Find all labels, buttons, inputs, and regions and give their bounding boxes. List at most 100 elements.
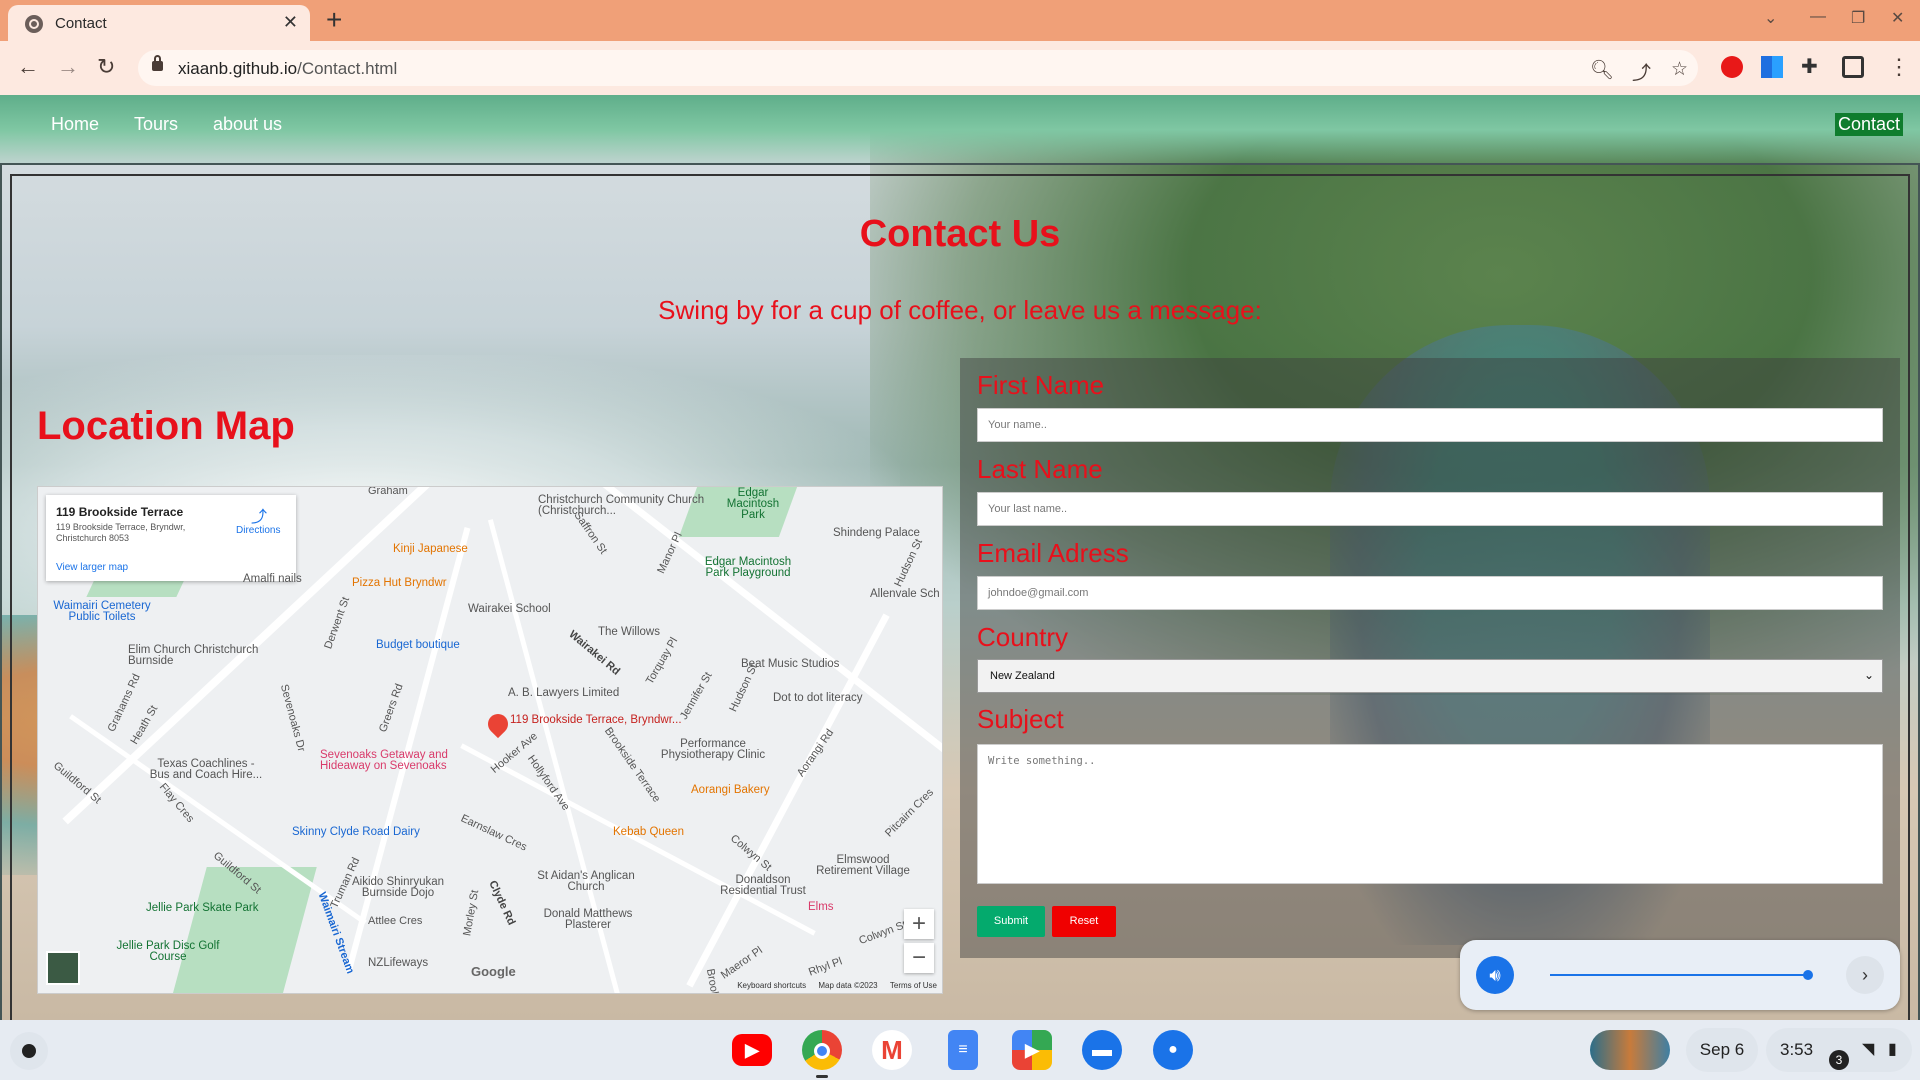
play-store-app-icon[interactable]: ▶: [1012, 1030, 1052, 1070]
reset-button[interactable]: Reset: [1052, 906, 1116, 937]
email-input[interactable]: johndoe@gmail.com: [977, 576, 1883, 610]
zoom-out-button[interactable]: −: [904, 943, 934, 973]
first-name-input[interactable]: Your name..: [977, 408, 1883, 442]
zoom-icon[interactable]: 🔍︎: [1590, 58, 1614, 82]
nav-about-link[interactable]: about us: [213, 114, 282, 135]
map-place-label: Performance Physiotherapy Clinic: [660, 738, 766, 761]
zoom-in-button[interactable]: +: [904, 909, 934, 939]
map-place-label: The Willows: [598, 626, 660, 638]
directions-icon[interactable]: ⤴: [251, 503, 267, 527]
map-place-label: Shindeng Palace: [833, 527, 920, 539]
street-label: Brookside Terrace: [601, 725, 663, 805]
street-label: Clyde Rd: [486, 878, 518, 928]
street-label: Earnslaw Cres: [458, 812, 529, 854]
map-place-label: Amalfi nails: [243, 573, 302, 585]
web-page: Home Tours about us Contact Contact Us S…: [0, 95, 1920, 1020]
nav-contact-link[interactable]: Contact: [1834, 113, 1903, 136]
street-label: Graham: [368, 486, 408, 497]
new-tab-button[interactable]: +: [326, 4, 342, 36]
extension-icon[interactable]: [1761, 56, 1783, 78]
globe-icon: [25, 15, 43, 33]
wifi-icon: ◥: [1862, 1041, 1875, 1058]
street-label: Colwyn St: [857, 918, 909, 948]
street-label: Attlee Cres: [368, 915, 423, 927]
puzzle-icon[interactable]: ✚: [1801, 56, 1823, 78]
chevron-down-icon: ⌄: [1863, 668, 1874, 682]
map-place-label: Dot to dot literacy: [773, 692, 863, 704]
map-place-label: Kebab Queen: [613, 826, 684, 838]
volume-slider[interactable]: [1550, 974, 1809, 976]
reload-icon[interactable]: ↻: [97, 55, 115, 79]
view-larger-map-link[interactable]: View larger map: [56, 562, 128, 573]
gmail-app-icon[interactable]: M: [872, 1030, 912, 1070]
share-icon[interactable]: ⤴: [1632, 58, 1651, 85]
directions-link[interactable]: Directions: [236, 525, 280, 536]
chevron-right-icon[interactable]: ›: [1846, 956, 1884, 994]
files-app-icon[interactable]: ▬: [1082, 1030, 1122, 1070]
map-place-label: Skinny Clyde Road Dairy: [292, 826, 420, 838]
forward-icon[interactable]: →: [57, 55, 79, 79]
google-map[interactable]: 119 Brookside Terrace 119 Brookside Terr…: [37, 486, 943, 994]
map-footer: Keyboard shortcuts Map data ©2023 Terms …: [727, 981, 937, 990]
street-label: Sevenoaks Dr: [277, 683, 308, 753]
page-subtitle: Swing by for a cup of coffee, or leave u…: [658, 295, 1262, 325]
country-label: Country: [977, 622, 1069, 652]
street-label: Maeror Pl: [718, 944, 765, 982]
opera-extension-icon[interactable]: [1721, 56, 1743, 78]
keyboard-shortcuts-link[interactable]: Keyboard shortcuts: [737, 981, 806, 990]
chrome-app-icon[interactable]: [802, 1030, 842, 1070]
tab-title: Contact: [55, 15, 107, 32]
docs-app-icon[interactable]: ≡: [948, 1030, 978, 1070]
restore-icon[interactable]: ❐: [1851, 8, 1865, 28]
map-place-label: Kinji Japanese: [393, 543, 468, 555]
map-place-label: Christchurch Community Church (Christchu…: [538, 494, 705, 517]
nav-tours-link[interactable]: Tours: [134, 114, 178, 135]
url-text: xiaanb.github.io/Contact.html: [178, 59, 398, 78]
launcher-button[interactable]: [10, 1032, 48, 1070]
tab-close-icon[interactable]: ✕: [283, 12, 298, 33]
volume-slider-handle[interactable]: [1803, 970, 1814, 980]
tab-search-icon[interactable]: ⌄: [1764, 8, 1777, 28]
location-pin-icon[interactable]: [483, 709, 513, 739]
map-place-label: Pizza Hut Bryndwr: [352, 577, 447, 589]
country-select[interactable]: New Zealand ⌄: [977, 659, 1883, 693]
menu-icon[interactable]: ⋮: [1888, 55, 1910, 79]
nav-home-link[interactable]: Home: [51, 114, 99, 135]
map-place-label: A. B. Lawyers Limited: [508, 687, 620, 699]
map-place-label: Elim Church Christchurch Burnside: [128, 644, 259, 667]
map-place-label: Aorangi Bakery: [691, 784, 770, 796]
clock-time: 3:53: [1780, 1040, 1814, 1059]
map-place-label: Texas Coachlines - Bus and Coach Hire...: [149, 758, 263, 781]
back-icon[interactable]: ←: [17, 55, 39, 79]
last-name-input[interactable]: Your last name..: [977, 492, 1883, 526]
map-place-label: Allenvale Sch: [870, 588, 940, 600]
date-pill[interactable]: Sep 6: [1686, 1028, 1758, 1072]
media-controls: 🔊︎ ›: [1460, 940, 1900, 1010]
youtube-app-icon[interactable]: ▶: [732, 1034, 772, 1066]
lock-icon: [152, 55, 163, 71]
first-name-label: First Name: [977, 370, 1105, 400]
map-place-label: Donaldson Residential Trust: [720, 874, 806, 897]
street-label: Hudson St: [892, 537, 925, 589]
battery-icon: ▮: [1888, 1041, 1897, 1058]
map-place-label: Jellie Park Disc Golf Course: [116, 940, 220, 963]
street-label: Rhyl Pl: [806, 955, 844, 979]
subject-textarea[interactable]: Write something..: [977, 744, 1883, 884]
address-bar[interactable]: xiaanb.github.io/Contact.html 🔍︎ ⤴ ☆: [138, 50, 1698, 86]
terms-link[interactable]: Terms of Use: [890, 981, 937, 990]
holding-space-thumbnail[interactable]: [1590, 1030, 1670, 1070]
satellite-toggle[interactable]: [46, 951, 80, 985]
window-close-icon[interactable]: ✕: [1891, 8, 1904, 28]
submit-button[interactable]: Submit: [977, 906, 1045, 937]
bookmark-star-icon[interactable]: ☆: [1671, 58, 1688, 81]
map-heading: Location Map: [37, 404, 295, 448]
contact-form: First Name Your name.. Last Name Your la…: [960, 358, 1900, 958]
messages-app-icon[interactable]: ●: [1153, 1030, 1193, 1070]
speaker-icon[interactable]: 🔊︎: [1476, 956, 1514, 994]
browser-tab[interactable]: Contact ✕: [8, 5, 310, 41]
side-panel-icon[interactable]: [1842, 56, 1864, 78]
map-place-label: Edgar Macintosh Park: [726, 487, 780, 521]
last-name-label: Last Name: [977, 454, 1103, 484]
map-place-label: Donald Matthews Plasterer: [543, 908, 633, 931]
minimize-icon[interactable]: —: [1810, 8, 1826, 26]
